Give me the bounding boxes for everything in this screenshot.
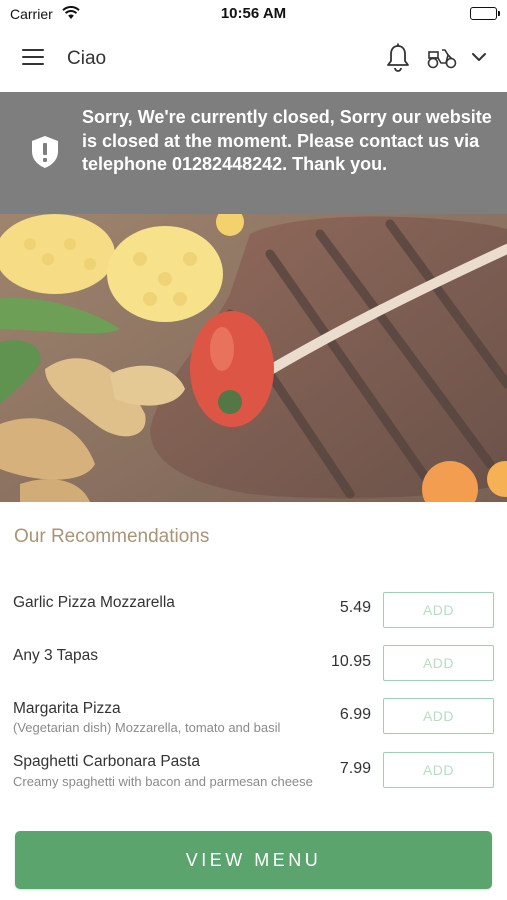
item-name: Any 3 Tapas: [13, 647, 99, 664]
menu-icon[interactable]: [22, 49, 46, 69]
item-name: Garlic Pizza Mozzarella: [13, 594, 175, 611]
closed-message: Sorry, We're currently closed, Sorry our…: [82, 107, 492, 174]
item-name: Margarita Pizza: [13, 700, 121, 717]
closed-banner: Sorry, We're currently closed, Sorry our…: [0, 92, 507, 214]
add-button[interactable]: ADD: [383, 592, 494, 628]
status-bar: Carrier 10:56 AM: [0, 0, 507, 28]
app-header: Ciao: [0, 28, 507, 92]
clock: 10:56 AM: [220, 5, 287, 22]
scooter-icon[interactable]: [426, 46, 458, 75]
item-price: 10.95: [330, 653, 371, 670]
add-button[interactable]: ADD: [383, 698, 494, 734]
chevron-down-icon[interactable]: [470, 50, 488, 69]
page-title: Ciao: [67, 48, 107, 69]
item-description: Creamy spaghetti with bacon and parmesan…: [13, 774, 313, 789]
hero-food-image: [0, 214, 507, 502]
item-price: 7.99: [339, 760, 371, 777]
add-button[interactable]: ADD: [383, 752, 494, 788]
item-description: (Vegetarian dish) Mozzarella, tomato and…: [13, 720, 281, 735]
item-price: 5.49: [339, 599, 371, 616]
item-price: 6.99: [339, 706, 371, 723]
shield-alert-icon: [30, 134, 60, 175]
add-button[interactable]: ADD: [383, 645, 494, 681]
battery-icon: [470, 7, 500, 20]
recommendations-title: Our Recommendations: [14, 526, 210, 547]
bell-icon[interactable]: [385, 43, 411, 78]
view-menu-button[interactable]: VIEW MENU: [15, 831, 492, 889]
item-name: Spaghetti Carbonara Pasta: [13, 753, 200, 770]
